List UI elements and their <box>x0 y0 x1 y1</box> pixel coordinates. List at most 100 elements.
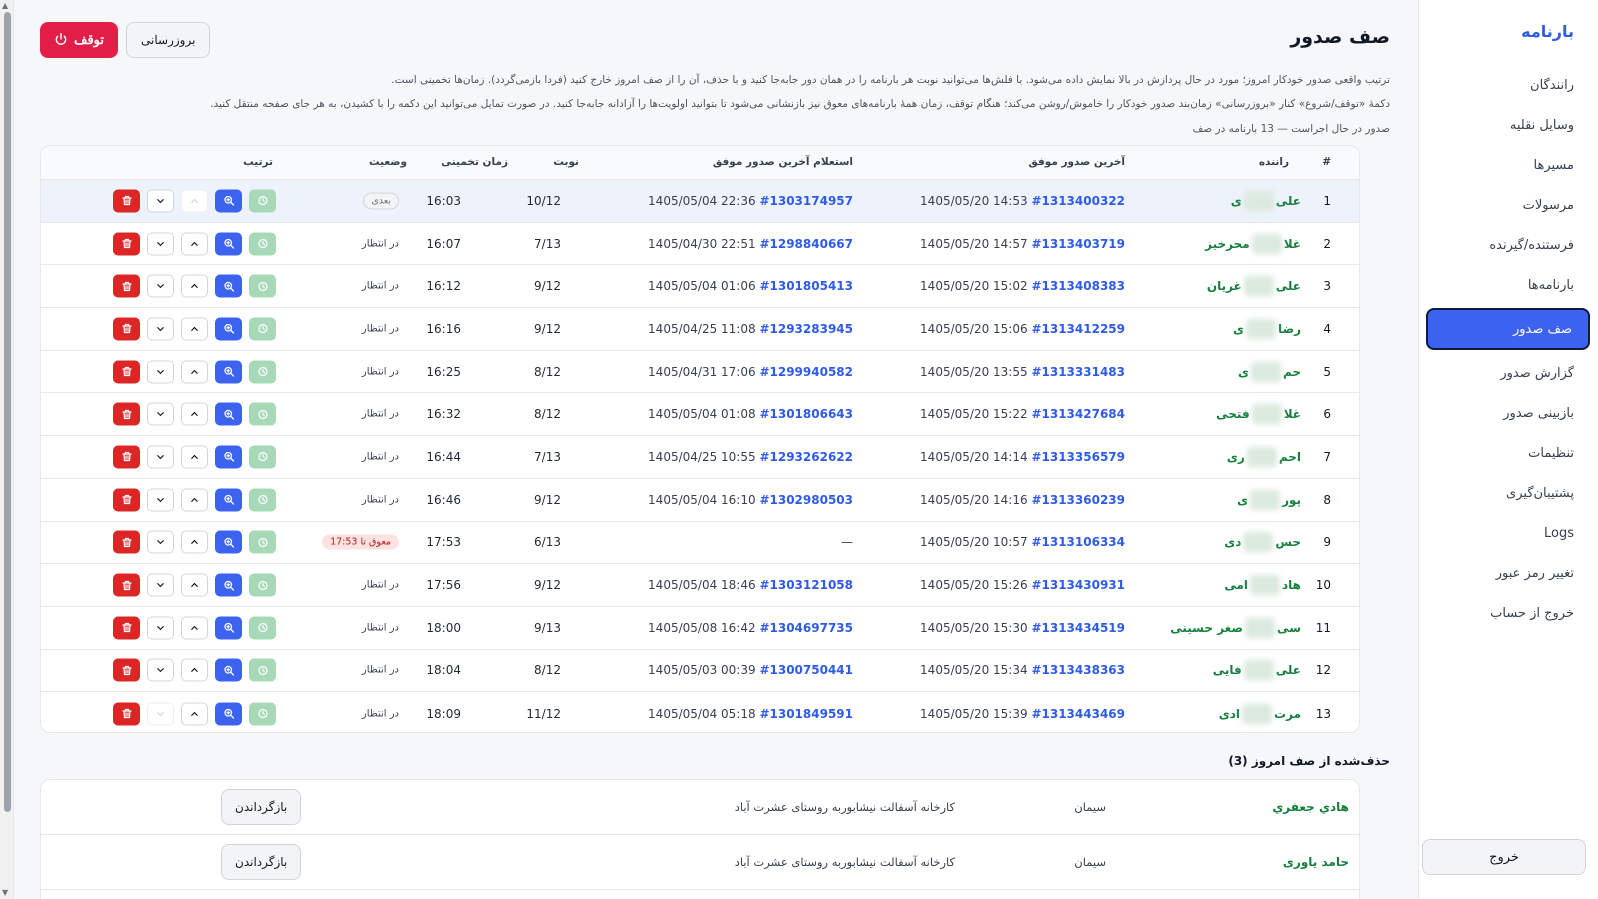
sidebar-item-7[interactable]: گزارش صدور <box>1426 354 1590 392</box>
move-up-button[interactable] <box>181 402 208 426</box>
view-button[interactable] <box>215 616 242 640</box>
refresh-button[interactable]: بروزرسانی <box>126 22 211 58</box>
last-issue-id-link[interactable]: #1313438363 <box>1031 663 1125 677</box>
move-down-button[interactable] <box>147 702 174 726</box>
logout-button[interactable]: خروج <box>1422 839 1586 875</box>
last-issue-id-link[interactable]: #1313412259 <box>1031 322 1125 336</box>
delete-button[interactable] <box>113 573 140 597</box>
delete-button[interactable] <box>113 317 140 341</box>
move-up-button[interactable] <box>181 616 208 640</box>
view-button[interactable] <box>215 402 242 426</box>
view-button[interactable] <box>215 445 242 469</box>
sidebar-item-1[interactable]: وسایل نقلیه <box>1426 106 1590 144</box>
view-button[interactable] <box>215 702 242 726</box>
sidebar-item-4[interactable]: فرستنده/گیرنده <box>1426 226 1590 264</box>
sidebar-item-0[interactable]: رانندگان <box>1426 66 1590 104</box>
sidebar-item-8[interactable]: بازبینی صدور <box>1426 394 1590 432</box>
move-down-button[interactable] <box>147 445 174 469</box>
last-issue-id-link[interactable]: #1313356579 <box>1031 450 1125 464</box>
move-down-button[interactable] <box>147 530 174 554</box>
view-button[interactable] <box>215 317 242 341</box>
delete-button[interactable] <box>113 702 140 726</box>
schedule-button[interactable] <box>249 445 276 469</box>
view-button[interactable] <box>215 530 242 554</box>
delete-button[interactable] <box>113 616 140 640</box>
view-button[interactable] <box>215 232 242 256</box>
schedule-button[interactable] <box>249 360 276 384</box>
inquiry-id-link[interactable]: #1299940582 <box>759 365 853 379</box>
move-down-button[interactable] <box>147 488 174 512</box>
sidebar-item-11[interactable]: Logs <box>1426 514 1590 552</box>
inquiry-id-link[interactable]: #1298840667 <box>759 237 853 251</box>
view-button[interactable] <box>215 274 242 298</box>
view-button[interactable] <box>215 488 242 512</box>
move-down-button[interactable] <box>147 402 174 426</box>
last-issue-id-link[interactable]: #1313331483 <box>1031 365 1125 379</box>
schedule-button[interactable] <box>249 189 276 213</box>
move-up-button[interactable] <box>181 573 208 597</box>
last-issue-id-link[interactable]: #1313106334 <box>1031 535 1125 549</box>
view-button[interactable] <box>215 658 242 682</box>
move-down-button[interactable] <box>147 274 174 298</box>
sidebar-item-3[interactable]: مرسولات <box>1426 186 1590 224</box>
inquiry-id-link[interactable]: #1293283945 <box>759 322 853 336</box>
sidebar-item-6[interactable]: صف صدور <box>1426 308 1590 350</box>
delete-button[interactable] <box>113 402 140 426</box>
inquiry-id-link[interactable]: #1301805413 <box>759 279 853 293</box>
delete-button[interactable] <box>113 658 140 682</box>
schedule-button[interactable] <box>249 317 276 341</box>
inquiry-id-link[interactable]: #1303174957 <box>759 194 853 208</box>
delete-button[interactable] <box>113 232 140 256</box>
delete-button[interactable] <box>113 488 140 512</box>
last-issue-id-link[interactable]: #1313430931 <box>1031 578 1125 592</box>
last-issue-id-link[interactable]: #1313434519 <box>1031 621 1125 635</box>
inquiry-id-link[interactable]: #1301806643 <box>759 407 853 421</box>
schedule-button[interactable] <box>249 488 276 512</box>
move-down-button[interactable] <box>147 658 174 682</box>
delete-button[interactable] <box>113 530 140 554</box>
schedule-button[interactable] <box>249 616 276 640</box>
view-button[interactable] <box>215 573 242 597</box>
move-up-button[interactable] <box>181 360 208 384</box>
inquiry-id-link[interactable]: #1300750441 <box>759 663 853 677</box>
delete-button[interactable] <box>113 274 140 298</box>
inquiry-id-link[interactable]: #1303121058 <box>759 578 853 592</box>
move-down-button[interactable] <box>147 360 174 384</box>
move-up-button[interactable] <box>181 530 208 554</box>
move-down-button[interactable] <box>147 189 174 213</box>
delete-button[interactable] <box>113 189 140 213</box>
move-up-button[interactable] <box>181 274 208 298</box>
sidebar-item-2[interactable]: مسیرها <box>1426 146 1590 184</box>
sidebar-item-13[interactable]: خروج از حساب <box>1426 594 1590 632</box>
schedule-button[interactable] <box>249 530 276 554</box>
scrollbar-thumb[interactable] <box>4 12 11 812</box>
schedule-button[interactable] <box>249 402 276 426</box>
move-down-button[interactable] <box>147 232 174 256</box>
view-button[interactable] <box>215 189 242 213</box>
scroll-down-arrow[interactable]: ▼ <box>2 889 8 897</box>
move-up-button[interactable] <box>181 232 208 256</box>
move-up-button[interactable] <box>181 658 208 682</box>
last-issue-id-link[interactable]: #1313443469 <box>1031 707 1125 721</box>
move-down-button[interactable] <box>147 616 174 640</box>
page-scrollbar[interactable]: ▲ ▼ <box>0 0 14 899</box>
inquiry-id-link[interactable]: #1293262622 <box>759 450 853 464</box>
sidebar-item-9[interactable]: تنظیمات <box>1426 434 1590 472</box>
last-issue-id-link[interactable]: #1313427684 <box>1031 407 1125 421</box>
move-up-button[interactable] <box>181 702 208 726</box>
restore-button[interactable]: بازگرداندن <box>221 789 302 825</box>
stop-button[interactable]: توقف <box>40 22 119 58</box>
delete-button[interactable] <box>113 445 140 469</box>
move-up-button[interactable] <box>181 488 208 512</box>
inquiry-id-link[interactable]: #1304697735 <box>759 621 853 635</box>
schedule-button[interactable] <box>249 658 276 682</box>
last-issue-id-link[interactable]: #1313400322 <box>1031 194 1125 208</box>
schedule-button[interactable] <box>249 274 276 298</box>
move-down-button[interactable] <box>147 317 174 341</box>
restore-button[interactable]: بازگرداندن <box>221 844 302 880</box>
sidebar-item-10[interactable]: پشتیبان‌گیری <box>1426 474 1590 512</box>
sidebar-item-5[interactable]: بارنامه‌ها <box>1426 266 1590 304</box>
delete-button[interactable] <box>113 360 140 384</box>
schedule-button[interactable] <box>249 232 276 256</box>
inquiry-id-link[interactable]: #1302980503 <box>759 493 853 507</box>
